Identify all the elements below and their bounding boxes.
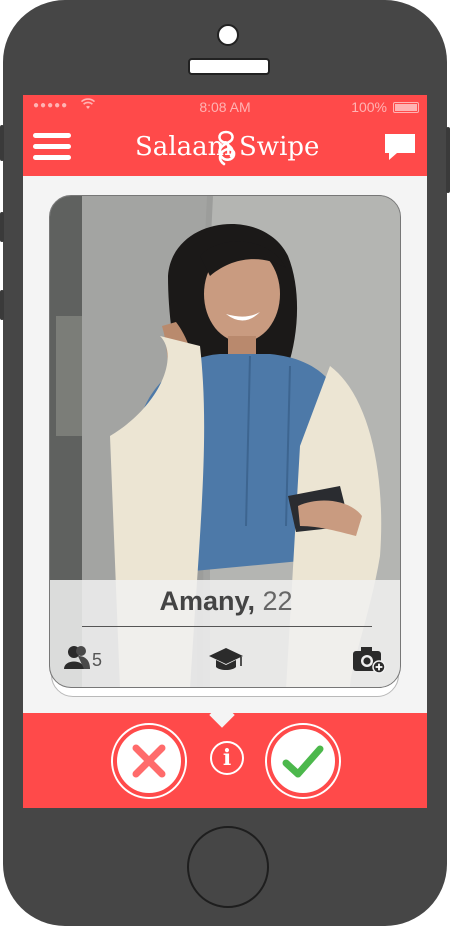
battery-icon: [393, 102, 419, 113]
front-camera: [217, 24, 239, 46]
info-divider: [82, 626, 372, 627]
friends-icon: [64, 646, 90, 669]
app-header: Salaam Swipe: [23, 119, 427, 176]
menu-icon[interactable]: [33, 131, 71, 161]
like-button[interactable]: [267, 725, 339, 797]
name-age-line: Amany, 22: [50, 586, 400, 617]
logo-word-swipe: Swipe: [239, 132, 320, 162]
status-bar: ●●●●● 8:08 AM 100%: [23, 95, 427, 119]
profile-info-panel: Amany, 22 5: [50, 580, 400, 687]
volume-up-button: [0, 212, 4, 242]
profile-age: 22: [262, 586, 293, 616]
volume-down-button: [0, 290, 4, 320]
profile-name: Amany,: [159, 586, 255, 616]
earpiece-speaker: [188, 58, 270, 75]
logo-knot-icon: [218, 130, 236, 166]
add-photo-icon[interactable]: [352, 644, 386, 674]
mute-switch: [0, 125, 4, 161]
graduation-cap-icon[interactable]: [208, 646, 244, 672]
action-bar: i: [23, 713, 427, 808]
profile-card[interactable]: Amany, 22 5: [49, 195, 401, 688]
info-icon[interactable]: i: [210, 741, 244, 775]
chat-bubble-icon[interactable]: [383, 131, 417, 163]
power-button: [446, 127, 450, 193]
app-logo: Salaam Swipe: [131, 129, 321, 167]
nope-button[interactable]: [113, 725, 185, 797]
check-icon: [282, 745, 324, 778]
profile-card-stack[interactable]: Amany, 22 5: [49, 195, 401, 697]
app-screen: ●●●●● 8:08 AM 100% Salaam Swipe Amany, 2…: [23, 95, 427, 808]
home-button[interactable]: [187, 826, 269, 908]
close-icon: [132, 744, 166, 778]
battery-percent: 100%: [351, 99, 387, 115]
mutual-friends-count: 5: [92, 650, 103, 670]
